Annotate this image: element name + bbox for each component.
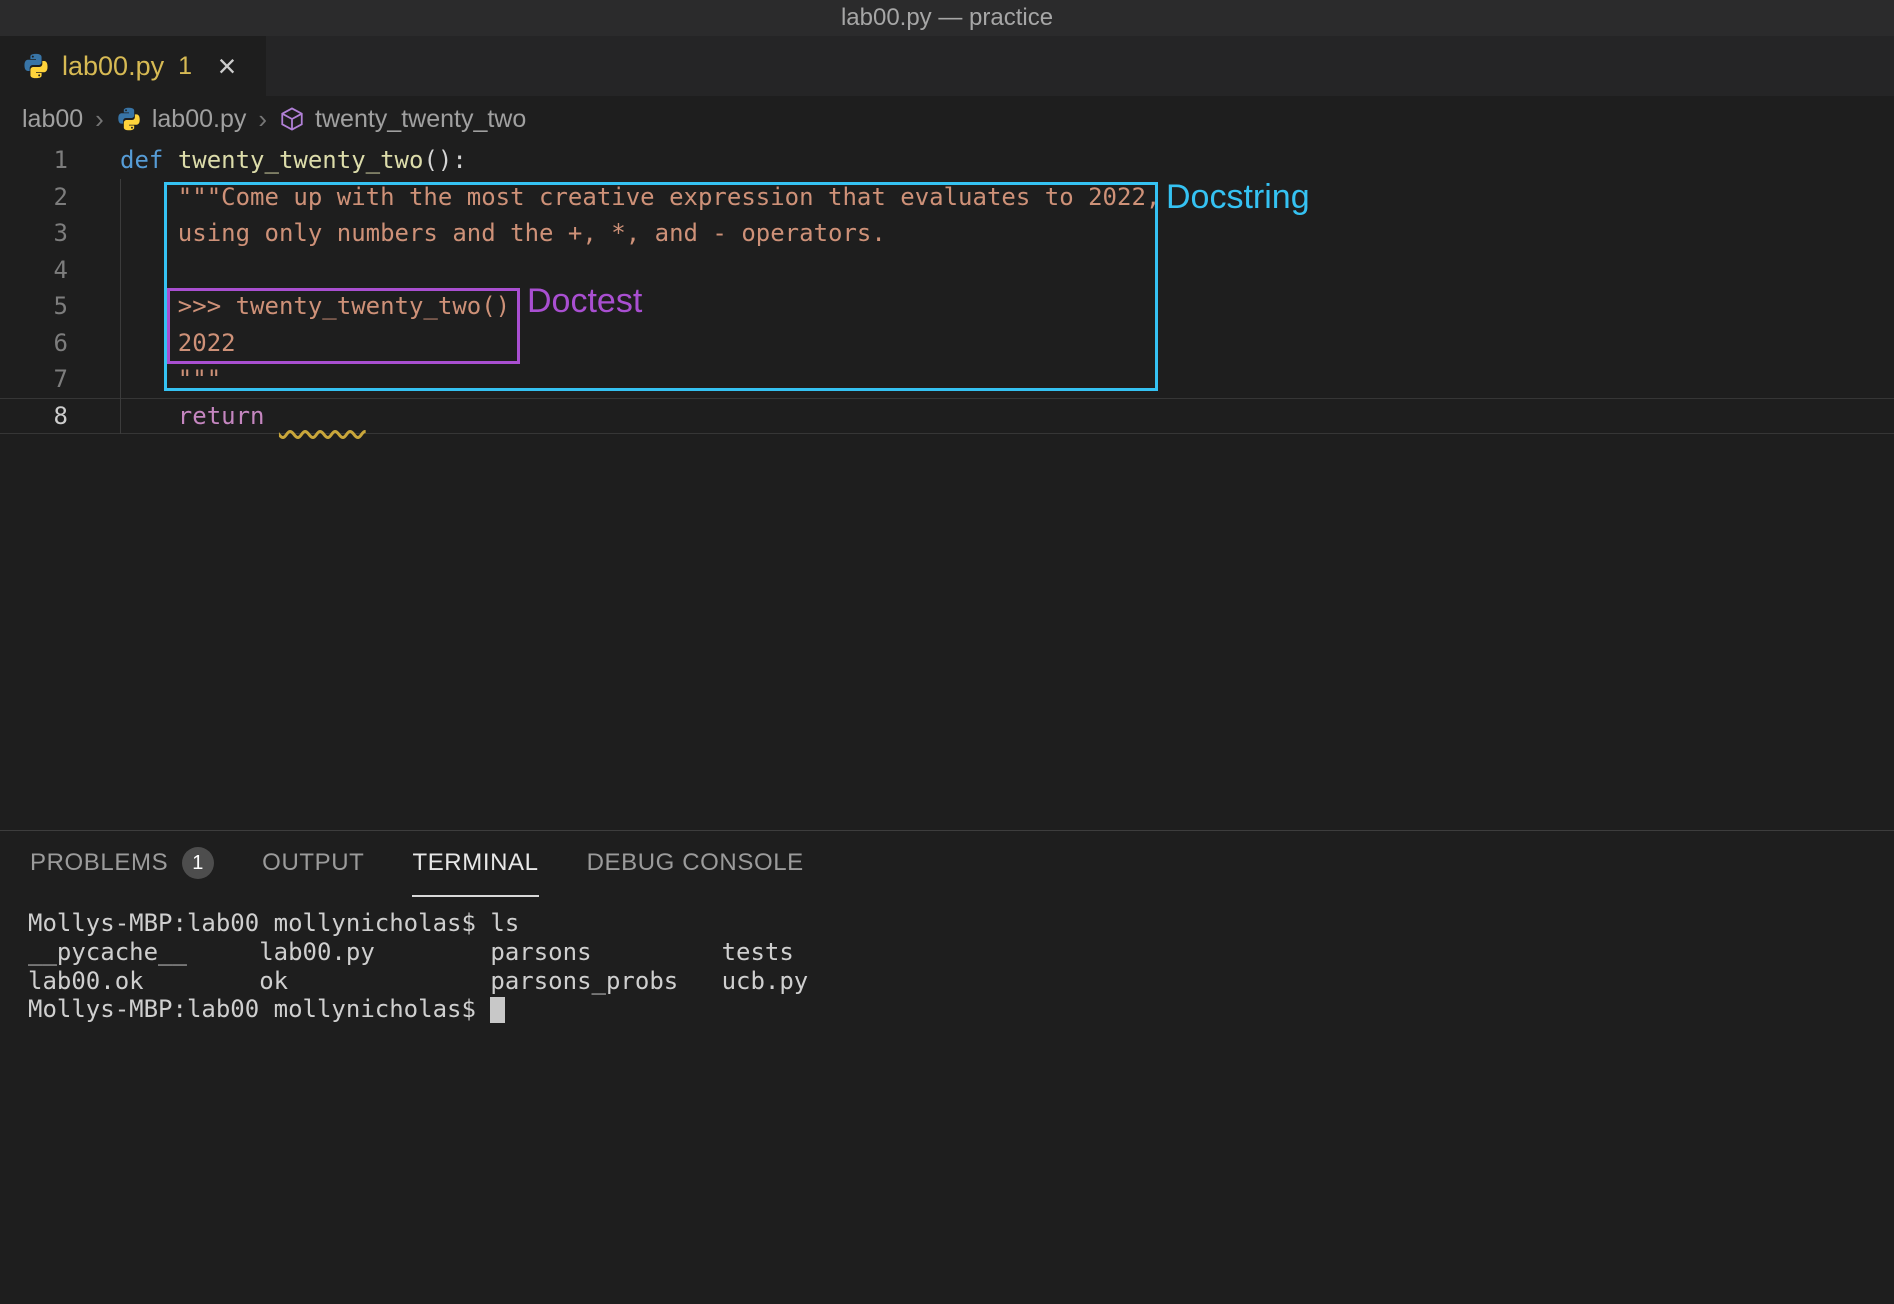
- panel-tab-label: OUTPUT: [262, 849, 364, 877]
- code-line[interactable]: 7 """: [0, 361, 1894, 398]
- doctest-annotation-label: Doctest: [527, 282, 642, 321]
- tab-problem-count: 1: [178, 52, 192, 81]
- tab-label: lab00.py: [62, 51, 164, 82]
- panel-tab-label: TERMINAL: [412, 849, 538, 877]
- terminal-output[interactable]: Mollys-MBP:lab00 mollynicholas$ ls__pyca…: [0, 897, 1894, 1304]
- code-text: """Come up with the most creative expres…: [120, 183, 1160, 211]
- problems-count-badge: 1: [182, 847, 214, 879]
- code-line[interactable]: 1def twenty_twenty_two():: [0, 142, 1894, 179]
- vscode-window: lab00.py — practice lab00.py 1 × lab00 ›: [0, 0, 1894, 1304]
- panel-tab-label: PROBLEMS: [30, 849, 168, 877]
- python-file-icon: [116, 106, 142, 132]
- breadcrumb-symbol-label: twenty_twenty_two: [315, 105, 526, 134]
- indent-guide: [120, 179, 121, 434]
- panel-tab-terminal[interactable]: TERMINAL: [412, 831, 538, 897]
- terminal-line: lab00.ok ok parsons_probs ucb.py: [28, 967, 1894, 996]
- window-titlebar: lab00.py — practice: [0, 0, 1894, 36]
- code-line[interactable]: 8 return ______: [0, 398, 1894, 435]
- panel-tab-output[interactable]: OUTPUT: [262, 831, 364, 897]
- terminal-line: __pycache__ lab00.py parsons tests: [28, 938, 1894, 967]
- terminal-line: Mollys-MBP:lab00 mollynicholas$: [28, 995, 1894, 1024]
- breadcrumb-folder-label: lab00: [22, 105, 83, 134]
- breadcrumb-symbol[interactable]: twenty_twenty_two: [279, 105, 526, 134]
- code-line[interactable]: 4: [0, 252, 1894, 289]
- line-number: 2: [0, 183, 120, 211]
- docstring-annotation-label: Docstring: [1166, 178, 1310, 217]
- breadcrumb: lab00 › lab00.py › twenty_twenty_two: [0, 96, 1894, 142]
- python-file-icon: [22, 52, 50, 80]
- panel-tab-label: DEBUG CONSOLE: [587, 849, 804, 877]
- panel-tab-debug-console[interactable]: DEBUG CONSOLE: [587, 831, 804, 897]
- code-text: 2022: [120, 329, 236, 357]
- code-line[interactable]: 5 >>> twenty_twenty_two(): [0, 288, 1894, 325]
- code-text: return ______: [120, 402, 366, 430]
- line-number: 5: [0, 292, 120, 320]
- breadcrumb-file[interactable]: lab00.py: [116, 105, 247, 134]
- code-line[interactable]: 6 2022: [0, 325, 1894, 362]
- line-number: 6: [0, 329, 120, 357]
- line-number: 3: [0, 219, 120, 247]
- line-number: 1: [0, 146, 120, 174]
- code-text: [120, 256, 178, 284]
- terminal-line: Mollys-MBP:lab00 mollynicholas$ ls: [28, 909, 1894, 938]
- code-text: >>> twenty_twenty_two(): [120, 292, 510, 320]
- breadcrumb-separator: ›: [258, 104, 267, 135]
- terminal-cursor: [490, 997, 505, 1023]
- code-text: """: [120, 365, 221, 393]
- breadcrumb-folder[interactable]: lab00: [22, 105, 83, 134]
- panel-tabs: PROBLEMS 1 OUTPUT TERMINAL DEBUG CONSOLE: [0, 831, 1894, 897]
- editor-lines: 1def twenty_twenty_two():2 """Come up wi…: [0, 142, 1894, 434]
- tab-lab00-py[interactable]: lab00.py 1 ×: [0, 36, 267, 96]
- breadcrumb-separator: ›: [95, 104, 104, 135]
- line-number: 4: [0, 256, 120, 284]
- code-editor[interactable]: 1def twenty_twenty_two():2 """Come up wi…: [0, 142, 1894, 830]
- line-number: 7: [0, 365, 120, 393]
- window-title: lab00.py — practice: [841, 4, 1053, 32]
- line-number: 8: [0, 402, 120, 430]
- breadcrumb-file-label: lab00.py: [152, 105, 247, 134]
- panel-tab-problems[interactable]: PROBLEMS 1: [30, 831, 214, 897]
- code-line[interactable]: 3 using only numbers and the +, *, and -…: [0, 215, 1894, 252]
- symbol-cube-icon: [279, 106, 305, 132]
- code-text: def twenty_twenty_two():: [120, 146, 467, 174]
- code-text: using only numbers and the +, *, and - o…: [120, 219, 886, 247]
- editor-tabbar: lab00.py 1 ×: [0, 36, 1894, 96]
- bottom-panel: PROBLEMS 1 OUTPUT TERMINAL DEBUG CONSOLE Mol…: [0, 830, 1894, 1304]
- code-line[interactable]: 2 """Come up with the most creative expr…: [0, 179, 1894, 216]
- tab-close-icon[interactable]: ×: [210, 49, 244, 83]
